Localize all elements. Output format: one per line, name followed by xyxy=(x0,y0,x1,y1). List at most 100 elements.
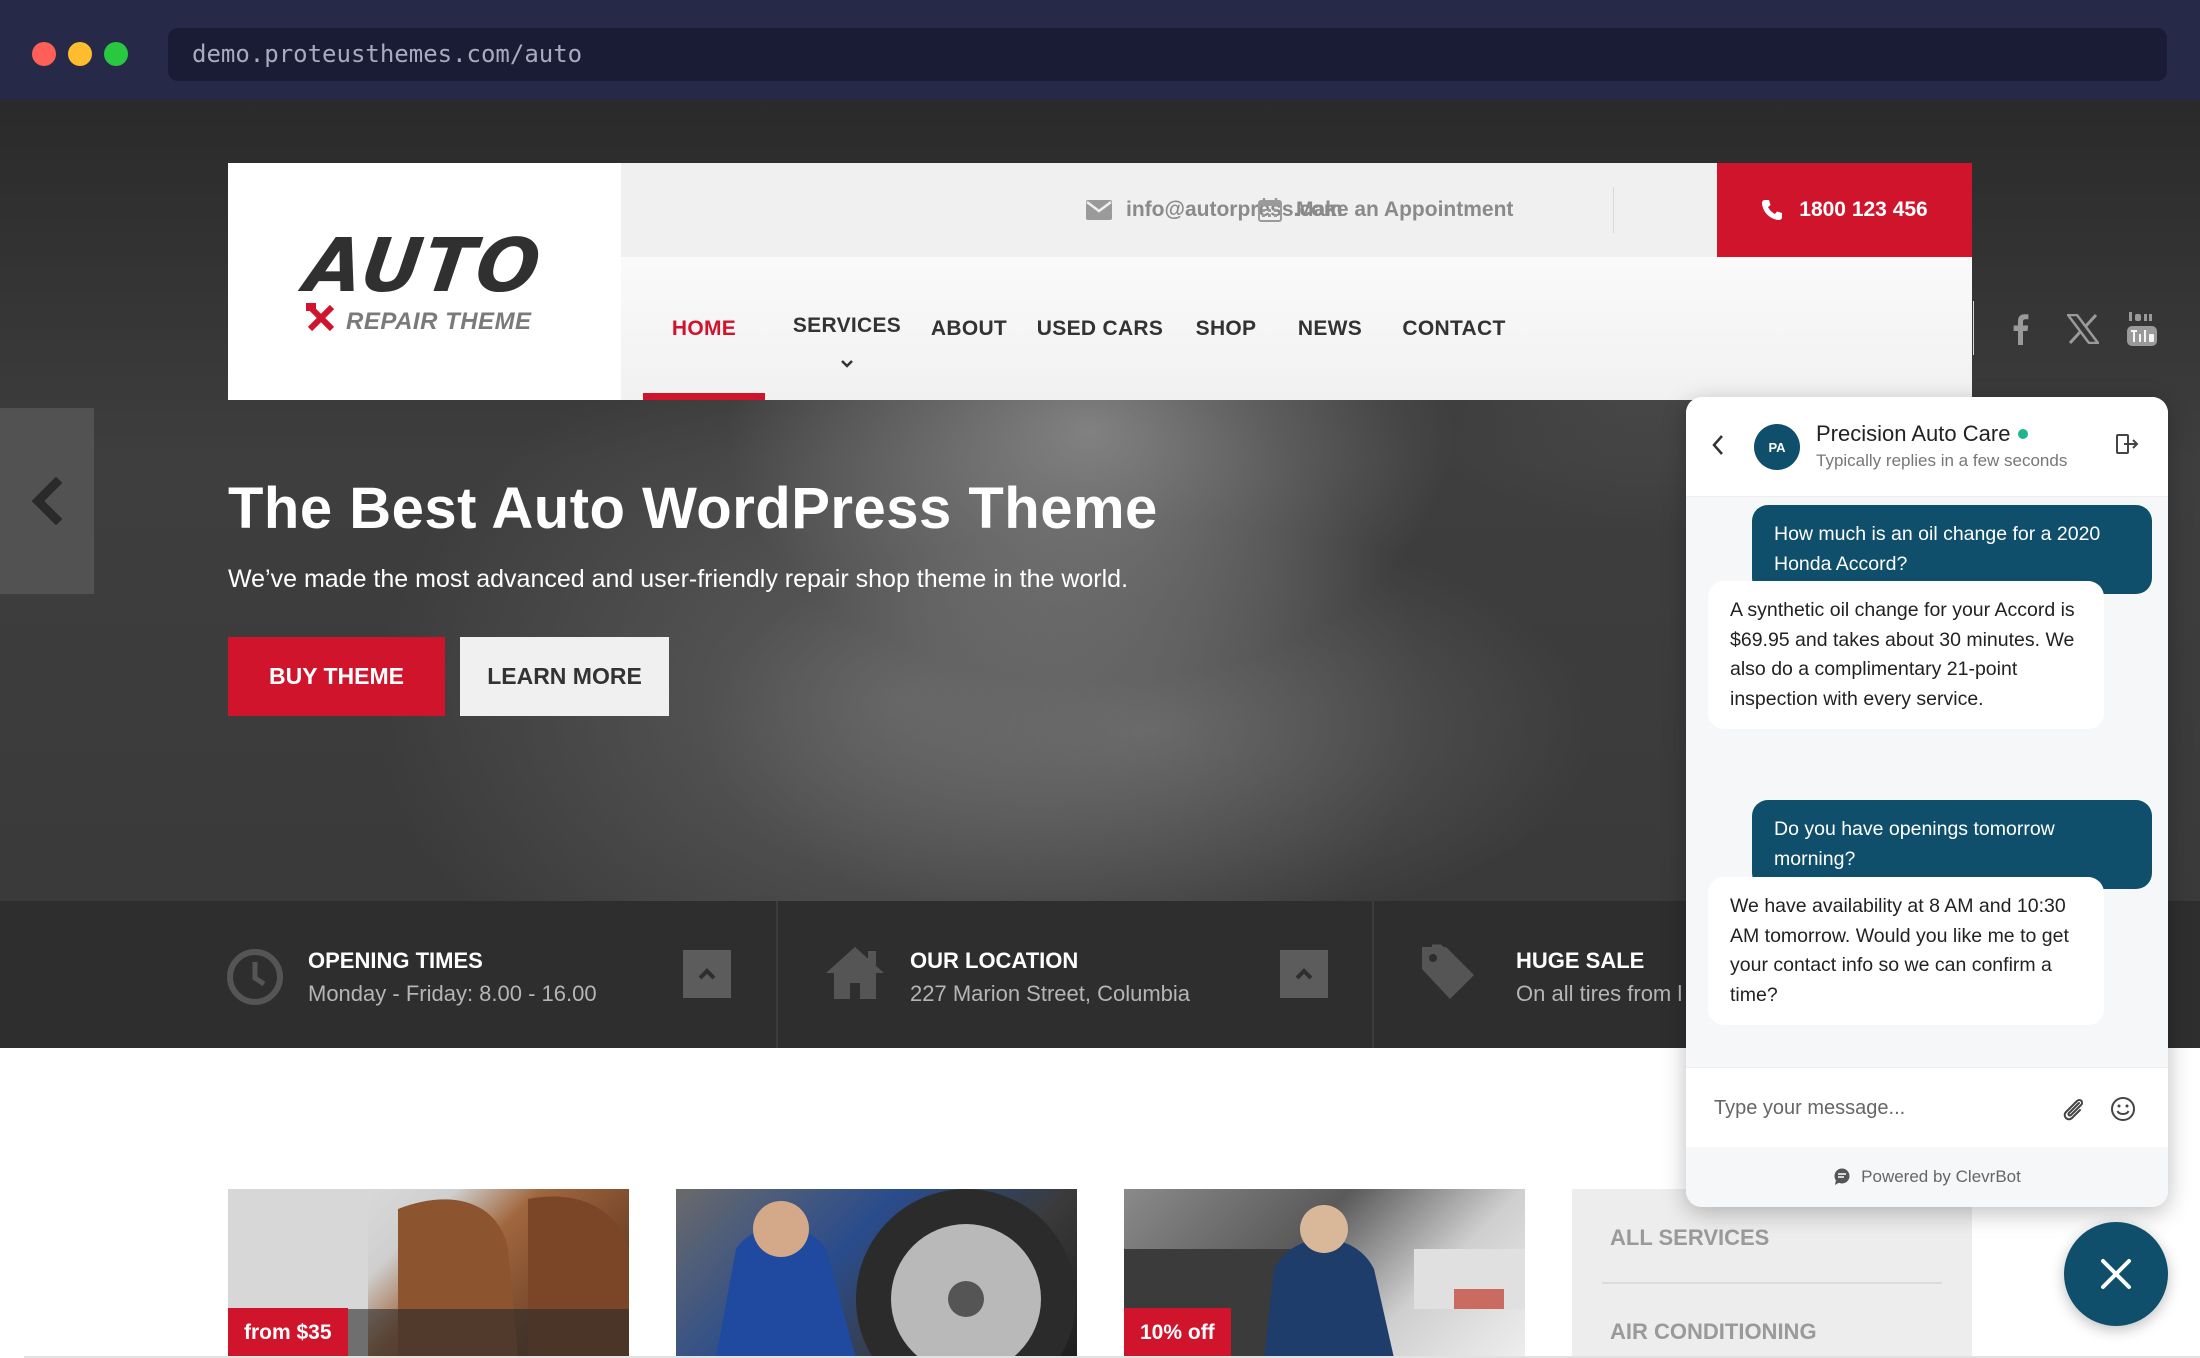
appointment-text: Make an Appointment xyxy=(1296,198,1514,221)
social-x-link[interactable] xyxy=(2067,257,2099,400)
chevron-left-icon xyxy=(1712,435,1723,455)
nav-active-indicator xyxy=(643,393,765,400)
logo-tagline: REPAIR THEME xyxy=(346,308,532,335)
chat-exit-button[interactable] xyxy=(2116,433,2140,460)
chevron-left-icon xyxy=(31,477,63,525)
main-navigation: HOME SERVICES ABOUT USED CARS SHOP NEWS … xyxy=(621,257,2157,400)
logo-wordmark: AUTO xyxy=(299,223,548,309)
learn-more-button[interactable]: LEARN MORE xyxy=(460,637,669,716)
tag-icon xyxy=(1422,944,1474,999)
services-link-air-conditioning[interactable]: AIR CONDITIONING xyxy=(1610,1319,1817,1345)
minimize-window-button[interactable] xyxy=(68,42,92,66)
envelope-icon xyxy=(1086,200,1112,220)
nav-label-about: ABOUT xyxy=(930,316,1008,340)
nav-divider xyxy=(1973,301,1974,355)
logo-tagline-row: REPAIR THEME xyxy=(306,303,532,341)
social-youtube-link[interactable] xyxy=(2127,257,2157,400)
nav-item-about[interactable]: ABOUT xyxy=(921,257,1017,400)
chat-widget: PA Precision Auto Care Typically replies… xyxy=(1686,397,2168,1207)
phone-icon xyxy=(1762,200,1783,220)
chevron-up-icon xyxy=(698,968,716,980)
chat-message-user: Do you have openings tomorrow morning? xyxy=(1752,800,2152,889)
phone-button[interactable]: 1800 123 456 xyxy=(1717,163,1972,257)
emoji-button[interactable] xyxy=(2108,1094,2138,1124)
chat-message-input[interactable] xyxy=(1714,1068,2044,1148)
hero-title: The Best Auto WordPress Theme xyxy=(228,476,1158,541)
service-card-tires[interactable] xyxy=(676,1189,1077,1358)
tire-mechanic-image xyxy=(716,1189,1076,1358)
chat-name-text: Precision Auto Care xyxy=(1816,421,2011,446)
nav-label-home: HOME xyxy=(671,316,737,340)
topbar-divider xyxy=(1613,187,1614,233)
nav-label-used-cars: USED CARS xyxy=(1036,316,1164,340)
nav-item-contact[interactable]: CONTACT xyxy=(1391,257,1517,400)
nav-label-shop: SHOP xyxy=(1195,316,1257,340)
nav-item-services[interactable]: SERVICES xyxy=(791,257,903,400)
nav-item-shop[interactable]: SHOP xyxy=(1183,257,1269,400)
nav-label-services: SERVICES xyxy=(792,313,902,337)
nav-item-home[interactable]: HOME xyxy=(643,257,765,400)
site-logo[interactable]: AUTO REPAIR THEME xyxy=(228,163,621,400)
info-sale: HUGE SALE On all tires from l xyxy=(1374,901,1694,1048)
info-text: On all tires from l xyxy=(1516,981,1683,1006)
clock-icon xyxy=(227,949,283,1005)
chat-bubble-icon xyxy=(1834,1168,1850,1185)
nav-item-news[interactable]: NEWS xyxy=(1287,257,1373,400)
chat-back-button[interactable] xyxy=(1710,433,1726,462)
youtube-icon xyxy=(2127,311,2157,346)
chat-messages: How much is an oil change for a 2020 Hon… xyxy=(1686,497,2168,1067)
info-title: OPENING TIMES xyxy=(308,948,483,973)
services-divider xyxy=(1602,1282,1942,1284)
wrench-hammer-icon xyxy=(306,303,336,341)
buy-theme-button[interactable]: BUY THEME xyxy=(228,637,445,716)
attach-button[interactable] xyxy=(2058,1094,2088,1124)
info-opening-times: OPENING TIMES Monday - Friday: 8.00 - 16… xyxy=(0,901,776,1048)
site-header: AUTO REPAIR THEME info@autorpress.com Ma… xyxy=(228,163,2157,400)
hero-subtitle: We’ve made the most advanced and user-fr… xyxy=(228,565,1129,593)
chat-header: PA Precision Auto Care Typically replies… xyxy=(1686,397,2168,497)
facebook-icon xyxy=(2013,313,2029,345)
social-facebook-link[interactable] xyxy=(2011,257,2029,400)
chat-composer xyxy=(1686,1067,2168,1148)
maximize-window-button[interactable] xyxy=(104,42,128,66)
nav-item-used-cars[interactable]: USED CARS xyxy=(1035,257,1165,400)
appointment-link[interactable]: Make an Appointment xyxy=(1258,163,1513,257)
expand-button[interactable] xyxy=(1280,950,1328,998)
chat-status-text: Typically replies in a few seconds xyxy=(1816,451,2068,470)
chat-message-bot: We have availability at 8 AM and 10:30 A… xyxy=(1708,877,2104,1025)
chevron-up-icon xyxy=(1295,968,1313,980)
header-topbar: info@autorpress.com Make an Appointment … xyxy=(621,163,1972,257)
info-title: HUGE SALE xyxy=(1516,948,1645,973)
services-link-all[interactable]: ALL SERVICES xyxy=(1610,1225,1769,1251)
exit-icon xyxy=(2116,434,2139,454)
powered-by-text: Powered by ClevrBot xyxy=(1861,1167,2021,1186)
smiley-icon xyxy=(2111,1097,2135,1121)
x-icon xyxy=(2067,313,2099,344)
online-status-dot xyxy=(2018,429,2029,439)
browser-toolbar: demo.proteusthemes.com/auto xyxy=(0,0,2200,100)
info-location: OUR LOCATION 227 Marion Street, Columbia xyxy=(778,901,1372,1048)
chat-message-bot: A synthetic oil change for your Accord i… xyxy=(1708,581,2104,729)
expand-button[interactable] xyxy=(683,950,731,998)
service-card-engine[interactable]: 10% off xyxy=(1124,1189,1525,1358)
paperclip-icon xyxy=(2063,1098,2084,1121)
services-sidebar: ALL SERVICES AIR CONDITIONING xyxy=(1572,1189,1972,1358)
address-bar[interactable]: demo.proteusthemes.com/auto xyxy=(168,28,2167,81)
phone-number: 1800 123 456 xyxy=(1799,198,1928,221)
chat-footer: Powered by ClevrBot xyxy=(1686,1147,2168,1207)
chat-business-name: Precision Auto Care xyxy=(1816,421,2029,447)
nav-label-contact: CONTACT xyxy=(1402,316,1506,340)
nav-label-news: NEWS xyxy=(1297,316,1363,340)
close-window-button[interactable] xyxy=(32,42,56,66)
chat-close-button[interactable] xyxy=(2064,1222,2168,1326)
avatar: PA xyxy=(1754,424,1800,470)
slider-prev-button[interactable] xyxy=(0,408,94,594)
info-text: 227 Marion Street, Columbia xyxy=(910,981,1191,1006)
service-card-interior[interactable]: from $35 xyxy=(228,1189,629,1358)
house-icon xyxy=(826,947,884,999)
discount-badge: 10% off xyxy=(1124,1308,1231,1358)
info-text: Monday - Friday: 8.00 - 16.00 xyxy=(308,981,597,1006)
info-title: OUR LOCATION xyxy=(910,948,1079,973)
calendar-icon xyxy=(1258,198,1282,222)
close-icon xyxy=(2101,1259,2131,1289)
